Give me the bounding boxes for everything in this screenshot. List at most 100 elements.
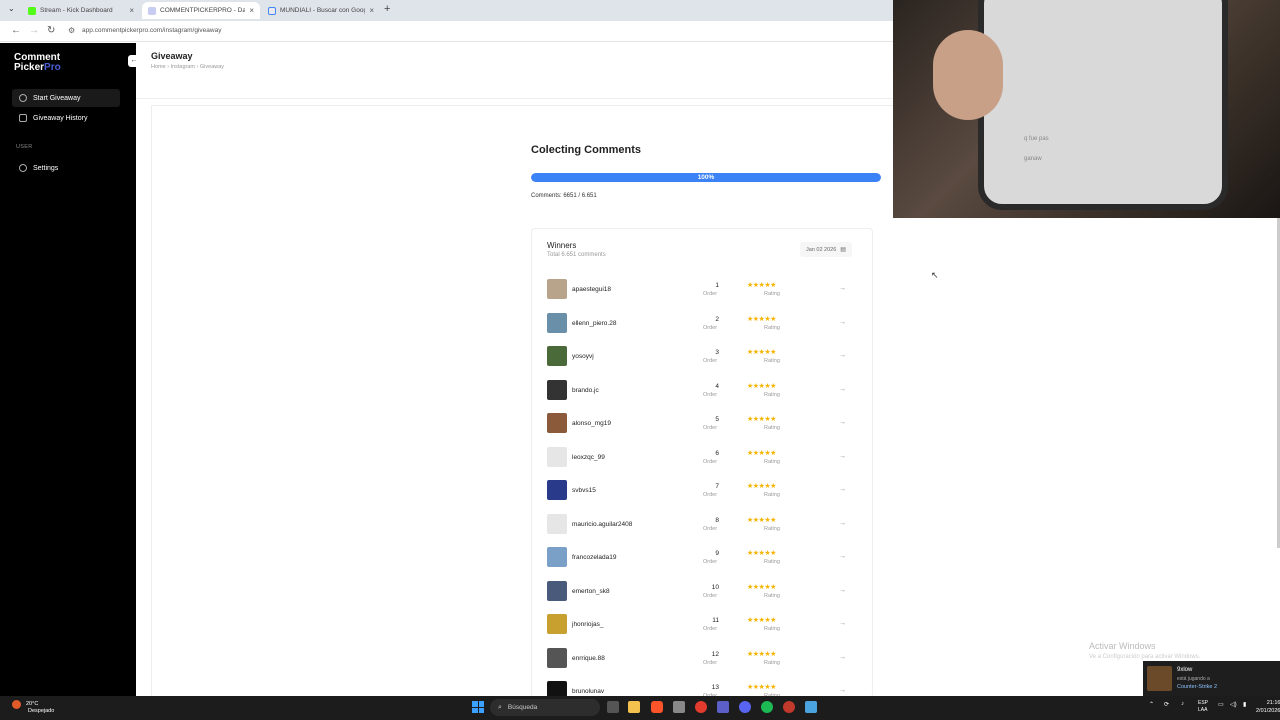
volume-icon[interactable]: ◁) <box>1230 701 1237 708</box>
date-badge[interactable]: Jan 02 2026 ▤ <box>800 242 852 257</box>
mouse-cursor-icon: ↖ <box>931 270 939 280</box>
arrow-right-icon[interactable]: → <box>839 386 846 393</box>
winner-username[interactable]: leoxzqc_99 <box>572 454 605 461</box>
winners-subtitle: Total 6.651 comments <box>547 252 606 258</box>
task-view-icon[interactable] <box>607 701 619 713</box>
hand-image <box>933 30 1003 120</box>
close-icon[interactable]: × <box>129 6 134 15</box>
file-explorer-icon[interactable] <box>628 701 640 713</box>
arrow-right-icon[interactable]: → <box>839 319 846 326</box>
logo[interactable]: Comment PickerPro <box>14 53 61 73</box>
date-text: Jan 02 2026 <box>806 246 837 253</box>
spotify-icon[interactable] <box>761 701 773 713</box>
notepad-icon[interactable] <box>805 701 817 713</box>
clock[interactable]: 21:16 2/01/2026 <box>1256 699 1280 715</box>
taskbar-search[interactable]: ⌕ Búsqueda <box>490 699 600 716</box>
url-text[interactable]: app.commentpickerpro.com/instagram/givea… <box>82 27 221 34</box>
new-tab-button[interactable]: + <box>384 3 390 15</box>
winner-username[interactable]: apaestegui18 <box>572 286 611 293</box>
avatar <box>547 513 567 534</box>
winner-username[interactable]: brando.jc <box>572 387 599 394</box>
windows-start-icon[interactable] <box>472 701 484 713</box>
comments-count: Comments: 6651 / 6.651 <box>531 193 597 199</box>
network-icon[interactable]: ▭ <box>1218 701 1224 708</box>
avatar <box>547 312 567 333</box>
winner-row[interactable]: leoxzqc_99 6 Order ★★★★★ Rating → <box>547 440 867 474</box>
forward-icon[interactable]: → <box>29 25 39 36</box>
arrow-right-icon[interactable]: → <box>839 587 846 594</box>
tab-commentpickerpro[interactable]: COMMENTPICKERPRO - Dashb × <box>142 2 260 19</box>
discord-icon[interactable] <box>739 701 751 713</box>
winner-row[interactable]: yosoyvj 3 Order ★★★★★ Rating → <box>547 339 867 373</box>
weather-widget[interactable]: 20°C Despejado <box>12 700 55 715</box>
winner-row[interactable]: emerton_sk8 10 Order ★★★★★ Rating → <box>547 574 867 608</box>
arrow-right-icon[interactable]: → <box>839 620 846 627</box>
close-icon[interactable]: × <box>249 6 254 15</box>
battery-icon[interactable]: ▮ <box>1243 701 1246 708</box>
calculator-icon[interactable] <box>673 701 685 713</box>
winner-row[interactable]: brando.jc 4 Order ★★★★★ Rating → <box>547 373 867 407</box>
winner-username[interactable]: mauricio.aguilar2408 <box>572 521 632 528</box>
chrome-profile-icon[interactable] <box>783 701 795 713</box>
star-rating-icon: ★★★★★ <box>747 684 776 691</box>
reload-icon[interactable]: ↻ <box>47 25 55 36</box>
winner-row[interactable]: alonso_mg19 5 Order ★★★★★ Rating → <box>547 406 867 440</box>
sidebar-item-settings[interactable]: Settings <box>12 159 120 177</box>
winner-username[interactable]: ellenn_piero.28 <box>572 320 616 327</box>
windows-taskbar: 20°C Despejado ⌕ Búsqueda ⌃ ⟳ ♪ ESP LAA … <box>0 696 1280 720</box>
winner-row[interactable]: jhonriojas_ 11 Order ★★★★★ Rating → <box>547 607 867 641</box>
arrow-right-icon[interactable]: → <box>839 352 846 359</box>
tab-kick-dashboard[interactable]: Stream - Kick Dashboard × <box>22 2 140 19</box>
tray-chevron-icon[interactable]: ⌃ <box>1149 701 1154 708</box>
order-label: Order <box>703 458 718 465</box>
phone-message-1: q fue pas <box>1024 136 1049 142</box>
winner-username[interactable]: alonso_mg19 <box>572 420 611 427</box>
winner-username[interactable]: enrrique.88 <box>572 655 605 662</box>
winner-username[interactable]: jhonriojas_ <box>572 621 603 628</box>
star-rating-icon: ★★★★★ <box>747 449 776 457</box>
chrome-icon[interactable] <box>695 701 707 713</box>
sidebar-item-giveaway-history[interactable]: Giveaway History <box>12 109 120 127</box>
tab-search-chevron-icon[interactable]: ⌄ <box>8 4 15 13</box>
teams-icon[interactable] <box>717 701 729 713</box>
brave-icon[interactable] <box>651 701 663 713</box>
winner-row[interactable]: enrrique.88 12 Order ★★★★★ Rating → <box>547 641 867 675</box>
arrow-right-icon[interactable]: → <box>839 419 846 426</box>
back-icon[interactable]: ← <box>11 25 21 36</box>
winner-username[interactable]: emerton_sk8 <box>572 588 610 595</box>
language-indicator[interactable]: ESP LAA <box>1198 700 1208 714</box>
rating-label: Rating <box>764 559 780 565</box>
order-number: 6 <box>715 449 719 457</box>
progress-label: 100% <box>697 174 715 181</box>
order-number: 2 <box>715 315 719 323</box>
arrow-right-icon[interactable]: → <box>839 687 846 694</box>
site-info-icon[interactable]: ⚙ <box>68 26 75 35</box>
winner-username[interactable]: svbvs15 <box>572 487 596 494</box>
winner-row[interactable]: francozelada19 9 Order ★★★★★ Rating → <box>547 540 867 574</box>
sidebar-item-start-giveaway[interactable]: Start Giveaway <box>12 89 120 107</box>
game-notification[interactable]: 9xlow está jugando a Counter-Strike 2 <box>1143 661 1280 696</box>
order-number: 13 <box>711 684 719 691</box>
arrow-right-icon[interactable]: → <box>839 553 846 560</box>
mic-icon[interactable]: ♪ <box>1181 701 1184 707</box>
arrow-right-icon[interactable]: → <box>839 285 846 292</box>
winner-row[interactable]: svbvs15 7 Order ★★★★★ Rating → <box>547 473 867 507</box>
winner-row[interactable]: mauricio.aguilar2408 8 Order ★★★★★ Rating → <box>547 507 867 541</box>
breadcrumb[interactable]: Home › Instagram › Giveaway <box>151 64 224 70</box>
winner-row[interactable]: ellenn_piero.28 2 Order ★★★★★ Rating → <box>547 306 867 340</box>
winner-username[interactable]: francozelada19 <box>572 554 616 561</box>
weather-text: Despejado <box>28 708 55 714</box>
arrow-right-icon[interactable]: → <box>839 654 846 661</box>
winner-username[interactable]: brunolunav <box>572 688 604 695</box>
arrow-right-icon[interactable]: → <box>839 520 846 527</box>
winner-username[interactable]: yosoyvj <box>572 353 594 360</box>
winners-list: apaestegui18 1 Order ★★★★★ Rating → ellenn_pie… <box>547 272 867 708</box>
close-icon[interactable]: × <box>369 6 374 15</box>
rating-label: Rating <box>764 592 780 599</box>
arrow-right-icon[interactable]: → <box>839 486 846 493</box>
sync-icon[interactable]: ⟳ <box>1164 701 1169 708</box>
arrow-right-icon[interactable]: → <box>839 453 846 460</box>
tab-google-search[interactable]: MUNDIALI - Buscar con Google × <box>262 2 380 19</box>
winner-row[interactable]: apaestegui18 1 Order ★★★★★ Rating → <box>547 272 867 306</box>
rating-label: Rating <box>764 525 780 532</box>
